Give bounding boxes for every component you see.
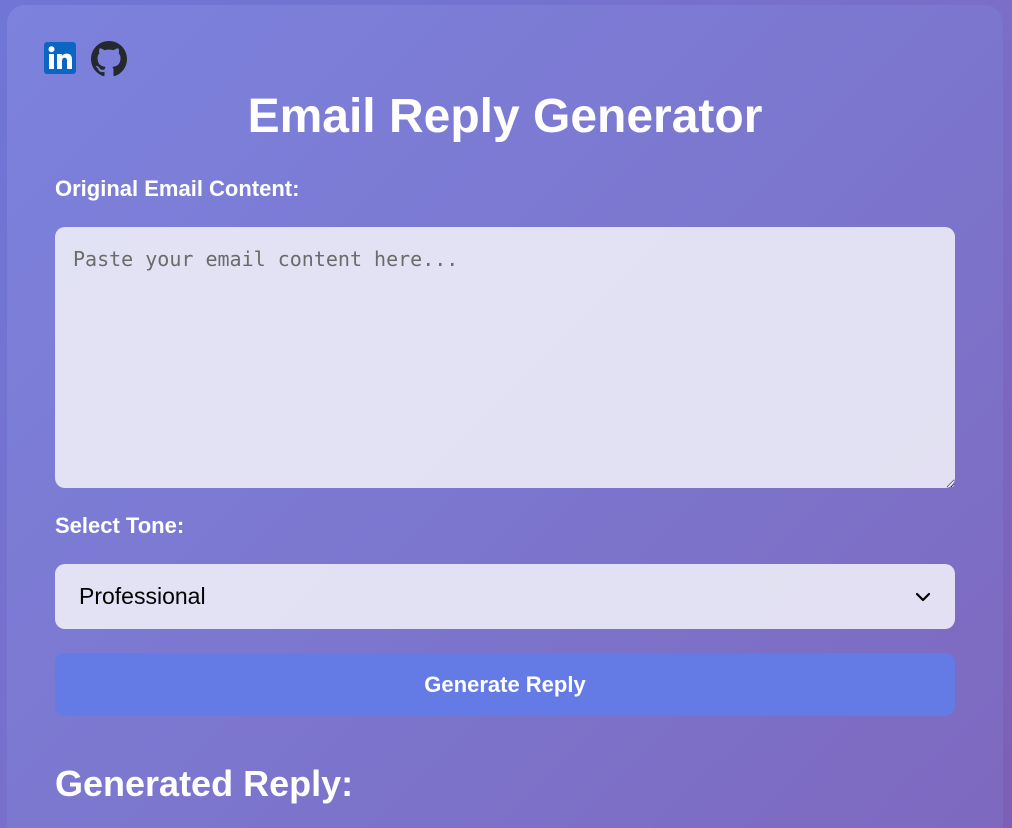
- tone-select[interactable]: Professional: [55, 564, 955, 629]
- tone-select-value: Professional: [79, 583, 206, 609]
- tone-label: Select Tone:: [55, 513, 185, 538]
- generate-reply-button[interactable]: Generate Reply: [55, 653, 955, 716]
- page-title: Email Reply Generator: [247, 90, 763, 143]
- linkedin-icon: [44, 42, 76, 74]
- social-links: [43, 41, 127, 77]
- generated-reply-heading: Generated Reply:: [55, 763, 354, 804]
- github-icon: [91, 41, 127, 77]
- chevron-down-icon: [915, 591, 931, 603]
- email-content-input[interactable]: [55, 227, 955, 488]
- github-link[interactable]: [91, 41, 127, 77]
- linkedin-link[interactable]: [43, 41, 77, 75]
- email-content-label: Original Email Content:: [55, 176, 300, 201]
